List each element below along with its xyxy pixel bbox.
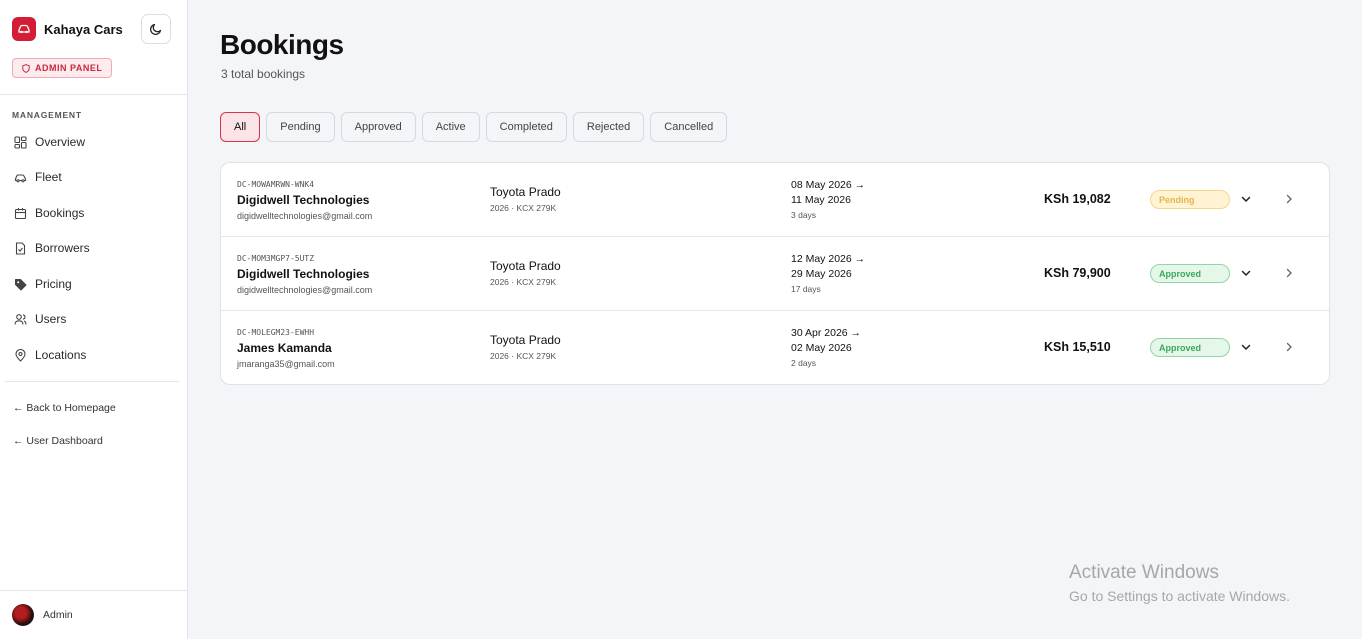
- table-row[interactable]: DC-MOM3MGP7-5UTZ Digidwell Technologies …: [221, 237, 1329, 311]
- chevron-right-icon[interactable]: [1283, 267, 1295, 279]
- filter-tab-active[interactable]: Active: [421, 112, 480, 142]
- section-label-management: MANAGEMENT: [12, 110, 82, 120]
- chevron-down-icon[interactable]: [1240, 267, 1252, 279]
- start-date: 12 May 2026 →: [791, 253, 866, 265]
- status-badge: Pending: [1150, 190, 1230, 209]
- users-icon: [14, 313, 27, 325]
- customer-email: digidwelltechnologies@gmail.com: [237, 285, 373, 295]
- customer-name: Digidwell Technologies: [237, 193, 370, 207]
- customer-name: James Kamanda: [237, 341, 332, 355]
- moon-icon: [149, 23, 162, 36]
- status-badge: Approved: [1150, 338, 1230, 357]
- end-date: 29 May 2026: [791, 268, 852, 280]
- price: KSh 79,900: [1044, 266, 1111, 280]
- customer-email: jmaranga35@gmail.com: [237, 359, 335, 369]
- booking-ref: DC-MOM3MGP7-5UTZ: [237, 254, 315, 263]
- car-logo-icon: [12, 17, 36, 41]
- filter-tab-rejected[interactable]: Rejected: [572, 112, 645, 142]
- chevron-down-icon[interactable]: [1240, 193, 1252, 205]
- start-date: 08 May 2026 →: [791, 179, 866, 191]
- car-meta: 2026 · KCX 279K: [490, 351, 557, 361]
- windows-activation-title: Activate Windows: [1069, 562, 1219, 583]
- page-title: Bookings: [220, 29, 344, 60]
- bookings-table: DC-MOWAMRWN-WNK4 Digidwell Technologies …: [220, 162, 1330, 385]
- chevron-right-icon[interactable]: [1283, 193, 1295, 205]
- brand-name: Kahaya Cars: [44, 21, 123, 37]
- sidebar-item-fleet[interactable]: Fleet: [14, 167, 62, 187]
- map-pin-icon: [15, 348, 26, 362]
- end-date: 02 May 2026: [791, 342, 852, 354]
- table-row[interactable]: DC-MOWAMRWN-WNK4 Digidwell Technologies …: [221, 163, 1329, 237]
- sidebar-item-locations[interactable]: Locations: [14, 345, 86, 365]
- shield-icon: [22, 63, 30, 73]
- car-meta: 2026 · KCX 279K: [490, 277, 557, 287]
- status-filter-tabs: All Pending Approved Active Completed Re…: [220, 112, 733, 142]
- user-profile[interactable]: Admin: [12, 604, 73, 626]
- back-to-homepage-link[interactable]: ← Back to Homepage: [13, 402, 116, 414]
- calendar-icon: [14, 207, 27, 219]
- document-check-icon: [15, 241, 26, 255]
- sidebar: Kahaya Cars ADMIN PANEL MANAGEMENT Overv…: [0, 0, 188, 639]
- filter-tab-pending[interactable]: Pending: [266, 112, 335, 142]
- end-date: 11 May 2026: [791, 194, 851, 206]
- filter-tab-all[interactable]: All: [220, 112, 261, 142]
- duration: 17 days: [791, 284, 821, 294]
- user-name: Admin: [43, 609, 73, 621]
- filter-tab-approved[interactable]: Approved: [340, 112, 416, 142]
- car-meta: 2026 · KCX 279K: [490, 203, 557, 213]
- avatar: [12, 604, 34, 626]
- sidebar-item-pricing[interactable]: Pricing: [14, 274, 72, 294]
- grid-icon: [14, 135, 27, 149]
- price: KSh 15,510: [1044, 340, 1111, 354]
- car-name: Toyota Prado: [490, 185, 561, 199]
- price: KSh 19,082: [1044, 192, 1111, 206]
- booking-ref: DC-MOLEGM23-EWHH: [237, 328, 315, 337]
- sidebar-item-bookings[interactable]: Bookings: [14, 203, 84, 223]
- duration: 3 days: [791, 210, 817, 220]
- filter-tab-completed[interactable]: Completed: [485, 112, 567, 142]
- tag-icon: [15, 278, 27, 290]
- filter-tab-cancelled[interactable]: Cancelled: [650, 112, 728, 142]
- bookings-count: 3 total bookings: [221, 67, 306, 81]
- sidebar-item-users[interactable]: Users: [14, 309, 66, 329]
- windows-activation-subtitle: Go to Settings to activate Windows.: [1069, 588, 1290, 604]
- customer-name: Digidwell Technologies: [237, 267, 370, 281]
- customer-email: digidwelltechnologies@gmail.com: [237, 211, 373, 221]
- car-icon: [14, 173, 27, 182]
- brand[interactable]: Kahaya Cars: [12, 17, 123, 41]
- admin-panel-badge: ADMIN PANEL: [12, 58, 113, 78]
- start-date: 30 Apr 2026 →: [791, 327, 862, 339]
- chevron-down-icon[interactable]: [1240, 341, 1252, 353]
- divider: [0, 590, 187, 591]
- chevron-right-icon[interactable]: [1283, 341, 1295, 353]
- car-name: Toyota Prado: [490, 259, 561, 273]
- duration: 2 days: [791, 358, 817, 368]
- divider: [0, 94, 187, 95]
- theme-toggle-button[interactable]: [141, 14, 171, 44]
- car-name: Toyota Prado: [490, 333, 561, 347]
- sidebar-item-overview[interactable]: Overview: [14, 132, 85, 152]
- status-badge: Approved: [1150, 264, 1230, 283]
- booking-ref: DC-MOWAMRWN-WNK4: [237, 180, 315, 189]
- sidebar-item-borrowers[interactable]: Borrowers: [14, 238, 90, 258]
- divider: [5, 381, 179, 382]
- table-row[interactable]: DC-MOLEGM23-EWHH James Kamanda jmaranga3…: [221, 311, 1329, 384]
- user-dashboard-link[interactable]: ← User Dashboard: [13, 435, 103, 447]
